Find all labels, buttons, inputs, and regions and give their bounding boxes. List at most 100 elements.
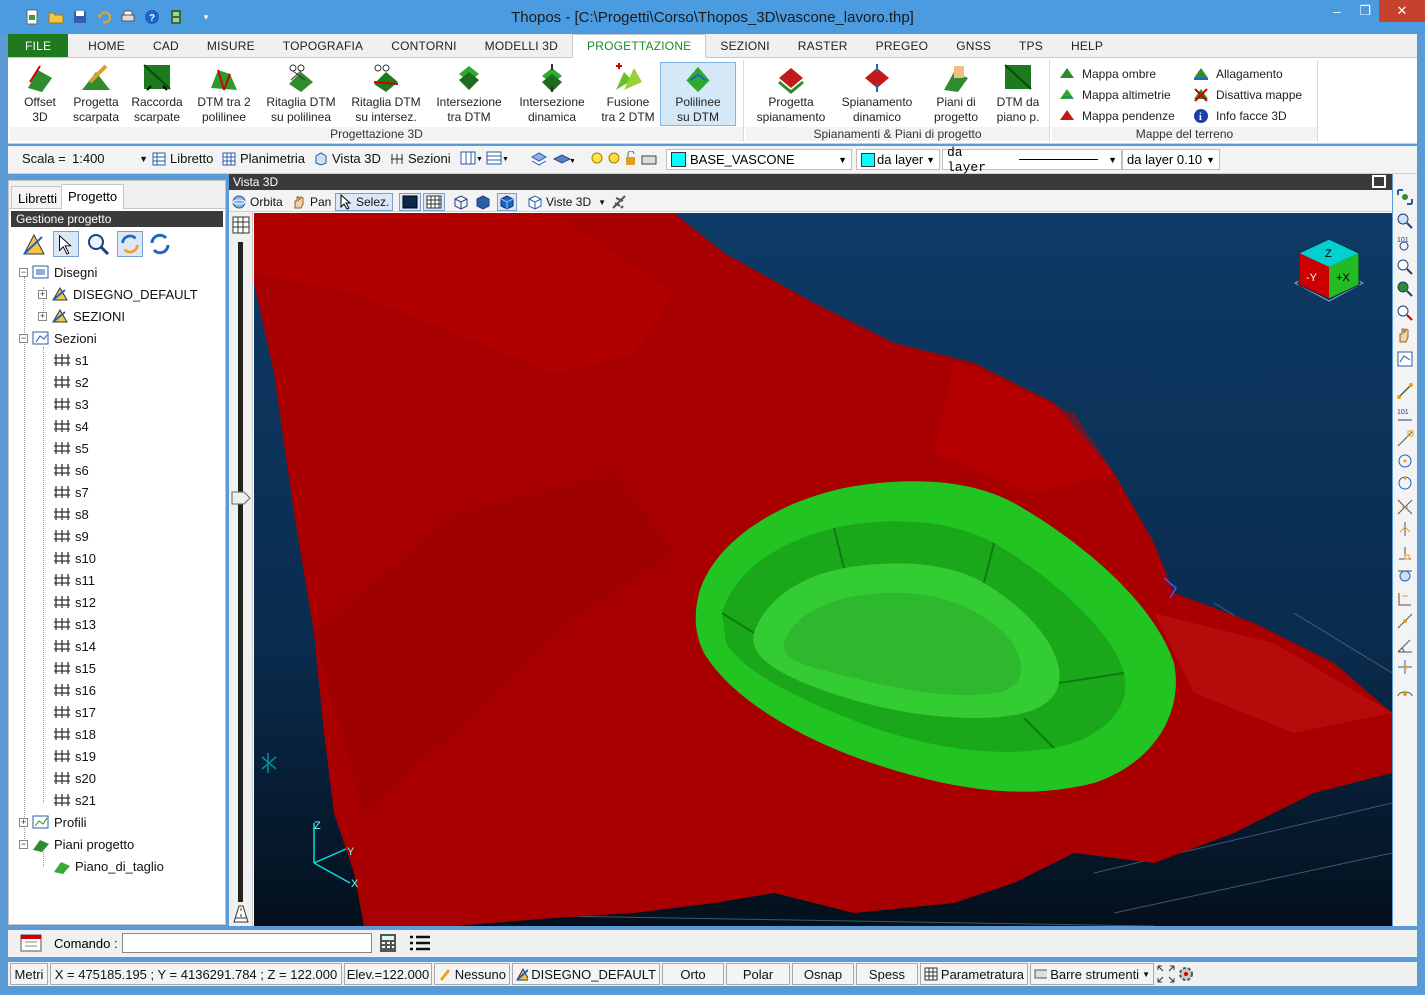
tree-node-section[interactable]: s17 <box>53 701 96 723</box>
units-status[interactable]: Metri <box>10 963 48 985</box>
viste-3d-dropdown[interactable]: Viste 3D ▼ <box>527 193 606 211</box>
tree-node-section[interactable]: s19 <box>53 745 96 767</box>
road-icon[interactable] <box>231 904 251 924</box>
distance-icon[interactable] <box>1396 382 1414 400</box>
tab-help[interactable]: HELP <box>1057 34 1117 57</box>
layer-states-button[interactable]: ▼ <box>552 151 574 167</box>
raccorda-scarpate-button[interactable]: Raccorda scarpate <box>126 62 188 125</box>
measure-icon[interactable]: 101 <box>1396 406 1414 424</box>
tab-home[interactable]: HOME <box>68 34 139 57</box>
tree-node-section[interactable]: s11 <box>53 569 95 591</box>
calendar-icon[interactable] <box>20 933 42 953</box>
ritaglia-dtm-polilinea-button[interactable]: Ritaglia DTM su polilinea <box>264 62 338 125</box>
parametratura-button[interactable]: Parametratura <box>920 963 1028 985</box>
select-tool-icon[interactable] <box>53 231 79 257</box>
piani-di-progetto-button[interactable]: Piani di progetto <box>926 62 986 125</box>
fusione-tra-2-dtm-button[interactable]: Fusione tra 2 DTM <box>596 62 660 125</box>
planimetria-button[interactable]: Planimetria <box>222 151 305 166</box>
linetype-select[interactable]: da layer ▼ <box>942 145 1122 175</box>
snap-status[interactable]: Nessuno <box>434 963 510 985</box>
tab-pregeo[interactable]: PREGEO <box>862 34 943 57</box>
tree-node-section[interactable]: s14 <box>53 635 96 657</box>
tab-raster[interactable]: RASTER <box>784 34 862 57</box>
tab-sezioni[interactable]: SEZIONI <box>706 34 783 57</box>
tab-contorni[interactable]: CONTORNI <box>377 34 470 57</box>
tree-node-section[interactable]: s16 <box>53 679 96 701</box>
tab-tps[interactable]: TPS <box>1005 34 1057 57</box>
settings-gear-icon[interactable] <box>1176 964 1196 984</box>
tree-node-section[interactable]: s6 <box>53 459 89 481</box>
allagamento-button[interactable]: Allagamento <box>1192 66 1283 82</box>
regen-icon[interactable] <box>1396 350 1414 368</box>
maximize-icon[interactable]: ❐ <box>1351 0 1379 22</box>
tab-cad[interactable]: CAD <box>139 34 193 57</box>
snap-angle-icon[interactable] <box>1396 636 1414 654</box>
grid-snap-icon[interactable] <box>231 215 251 235</box>
info-facce-3d-button[interactable]: i Info facce 3D <box>1192 108 1287 124</box>
film-icon[interactable] <box>166 8 186 26</box>
fullscreen-icon[interactable] <box>1156 964 1176 984</box>
fly-button[interactable] <box>611 193 627 211</box>
sezioni-button[interactable]: Sezioni <box>390 151 451 166</box>
shaded-button[interactable] <box>497 193 517 211</box>
render-dark-button[interactable] <box>399 193 421 211</box>
zoom-extents-icon[interactable] <box>1396 188 1414 206</box>
wireframe-button[interactable] <box>453 193 469 211</box>
close-icon[interactable]: ✕ <box>1379 0 1425 22</box>
minimize-icon[interactable]: ‒ <box>1323 0 1351 22</box>
dtm-da-piano-button[interactable]: DTM da piano p. <box>990 62 1046 125</box>
tree-node-piani-progetto[interactable]: − Piani progetto <box>19 833 134 855</box>
lineweight-select[interactable]: da layer 0.10 ▼ <box>1122 149 1220 170</box>
libretto-button[interactable]: Libretto <box>152 151 213 166</box>
layout-columns-button[interactable]: ▼ <box>460 151 482 165</box>
solid-button[interactable] <box>475 193 491 211</box>
open-folder-icon[interactable] <box>46 8 66 26</box>
tab-misure[interactable]: MISURE <box>193 34 269 57</box>
tree-node-disegni[interactable]: − Disegni <box>19 261 97 283</box>
collapse-icon[interactable]: − <box>19 839 28 849</box>
barre-strumenti-dropdown[interactable]: Barre strumenti ▼ <box>1030 963 1154 985</box>
draw-tool-icon[interactable] <box>21 231 47 257</box>
layout-rows-button[interactable]: ▼ <box>486 151 508 165</box>
osnap-toggle[interactable]: Osnap <box>792 963 854 985</box>
progetta-spianamento-button[interactable]: Progetta spianamento <box>752 62 830 125</box>
zoom-slider-track[interactable] <box>238 242 243 902</box>
tree-node-sezioni-drawing[interactable]: + SEZIONI <box>38 305 125 327</box>
snap-node-icon[interactable] <box>1396 612 1414 630</box>
tree-node-section[interactable]: s9 <box>53 525 89 547</box>
expand-icon[interactable]: + <box>38 311 47 321</box>
spianamento-dinamico-button[interactable]: Spianamento dinamico <box>836 62 918 125</box>
offset-3d-button[interactable]: Offset 3D <box>14 62 66 125</box>
pan-hand-icon[interactable] <box>1396 326 1414 344</box>
tree-node-section[interactable]: s5 <box>53 437 89 459</box>
zoom-scale-icon[interactable]: 101 <box>1396 234 1414 252</box>
snap-nearest-icon[interactable] <box>1396 590 1414 608</box>
collapse-icon[interactable]: − <box>19 267 28 277</box>
vista-3d-button[interactable]: Vista 3D <box>314 151 381 166</box>
tab-modelli-3d[interactable]: MODELLI 3D <box>471 34 572 57</box>
tree-node-section[interactable]: s7 <box>53 481 89 503</box>
drawing-status[interactable]: DISEGNO_DEFAULT <box>512 963 660 985</box>
zoom-object-icon[interactable] <box>1396 280 1414 298</box>
mappa-altimetrie-button[interactable]: Mappa altimetrie <box>1058 87 1171 103</box>
view-maximize-icon[interactable] <box>1372 175 1386 188</box>
list-icon[interactable] <box>408 933 432 953</box>
tree-node-disegno-default[interactable]: + DISEGNO_DEFAULT <box>38 283 198 305</box>
tree-node-section[interactable]: s18 <box>53 723 96 745</box>
new-file-icon[interactable] <box>22 8 42 26</box>
zoom-realtime-icon[interactable] <box>1396 304 1414 322</box>
pan-button[interactable]: Pan <box>291 193 331 211</box>
tree-node-piano-di-taglio[interactable]: Piano_di_taglio <box>53 855 164 877</box>
save-icon[interactable] <box>70 8 90 26</box>
snap-point-icon[interactable] <box>1396 658 1414 676</box>
snap-surface-icon[interactable] <box>1396 682 1414 700</box>
select-button[interactable]: Selez. <box>335 193 394 211</box>
refresh-icon[interactable] <box>117 231 143 257</box>
snap-perpendicular-icon[interactable] <box>1396 544 1414 562</box>
tree-node-section[interactable]: s2 <box>53 371 89 393</box>
print-icon[interactable] <box>118 8 138 26</box>
layer-select[interactable]: BASE_VASCONE ▼ <box>666 149 852 170</box>
tree-node-sezioni[interactable]: − Sezioni <box>19 327 97 349</box>
dtm-tra-2-polilinee-button[interactable]: DTM tra 2 polilinee <box>194 62 254 125</box>
sync-icon[interactable] <box>147 231 173 257</box>
